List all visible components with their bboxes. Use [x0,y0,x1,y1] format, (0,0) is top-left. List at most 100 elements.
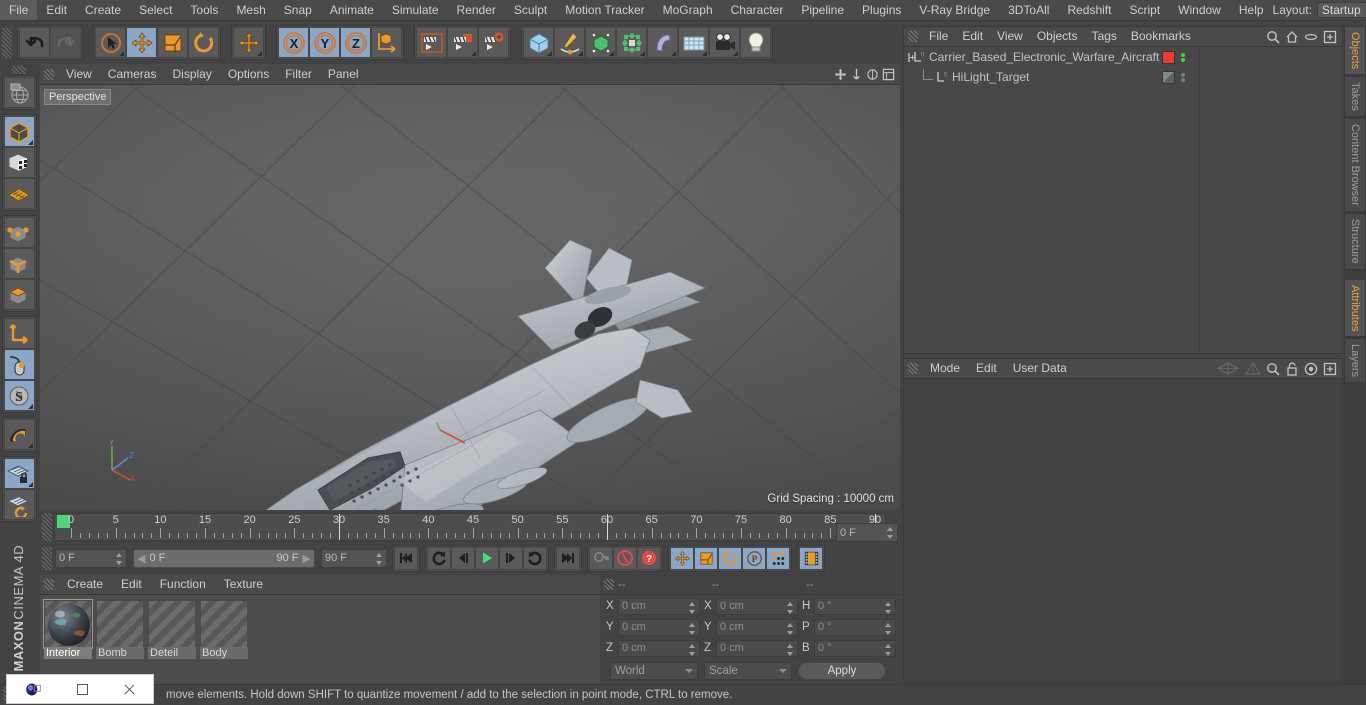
pan-icon[interactable] [834,68,847,81]
polygons-mode-button[interactable] [3,279,35,310]
menu-item-sculpt[interactable]: Sculpt [505,0,556,20]
edges-mode-button[interactable] [3,248,35,279]
menu-item-create[interactable]: Create [76,0,130,20]
model-mode-button[interactable] [3,116,35,147]
close-window-icon[interactable] [123,683,136,696]
ellipse-icon[interactable] [1304,30,1318,44]
add-environment-button[interactable] [678,27,709,58]
viewport-3d-canvas[interactable]: Perspective Grid Spacing : 10000 cm Y X … [40,85,900,510]
home-icon[interactable] [1285,30,1299,44]
spinner-icon[interactable] [787,622,794,635]
spinner-icon[interactable] [116,552,123,565]
play-button[interactable] [475,546,499,570]
menu-item-redshift[interactable]: Redshift [1058,0,1120,20]
material-item[interactable]: Body [200,600,248,659]
lock-y-axis-button[interactable]: Y [309,27,340,58]
rotate-icon[interactable] [866,68,879,81]
current-frame-field[interactable]: 0 F [55,548,127,568]
menu-item-window[interactable]: Window [1169,0,1230,20]
left-toolbar-grip[interactable] [12,66,26,74]
record-active-objects-button[interactable] [613,546,637,570]
lock-icon[interactable] [1285,361,1299,376]
back-nav-icon[interactable] [1216,362,1240,375]
uv-mode-button[interactable] [3,178,35,209]
move-tool[interactable] [126,27,157,58]
viewport-menu-filter[interactable]: Filter [277,64,320,84]
material-tag-swatch[interactable] [1162,50,1175,64]
coord-field-rotation[interactable]: 0 ° [814,618,896,636]
material-list[interactable]: Interior Bomb Deteil Body [40,595,600,685]
timeline-controls-grip[interactable] [42,546,52,570]
render-settings-button[interactable] [478,27,509,58]
expand-toggle-icon[interactable] [908,52,915,62]
key-point-level-button[interactable] [766,546,790,570]
spinner-icon[interactable] [885,643,892,656]
material-item[interactable]: Deteil [148,600,196,659]
apply-button[interactable]: Apply [798,662,886,680]
attribute-menu-user-data[interactable]: User Data [1005,359,1075,378]
go-to-end-button[interactable] [556,546,580,570]
add-deformer-button[interactable] [647,27,678,58]
viewport-menu-panel[interactable]: Panel [320,64,367,84]
material-menu-texture[interactable]: Texture [215,575,272,594]
null-object-icon[interactable]: 0 [935,71,948,84]
visibility-dots[interactable] [1181,52,1185,62]
add-cube-object-button[interactable] [523,27,554,58]
range-left-arrow-icon[interactable]: ◀ [137,552,145,565]
key-scale-button[interactable] [694,546,718,570]
viewport-menu-cameras[interactable]: Cameras [100,64,165,84]
material-menu-edit[interactable]: Edit [112,575,151,594]
object-menu-objects[interactable]: Objects [1030,27,1085,46]
spinner-icon[interactable] [376,552,383,565]
coord-field-rotation[interactable]: 0 ° [814,597,896,615]
plus-box-icon[interactable] [1323,362,1337,376]
spinner-icon[interactable] [885,601,892,614]
spinner-icon[interactable] [885,622,892,635]
rotate-tool[interactable] [188,27,219,58]
menu-item-character[interactable]: Character [722,0,793,20]
coord-field-size[interactable]: 0 cm [716,618,798,636]
coord-field-rotation[interactable]: 0 ° [814,639,896,657]
object-menu-file[interactable]: File [922,27,955,46]
menu-item-3dtoall[interactable]: 3DToAll [999,0,1058,20]
material-grip[interactable] [44,579,54,590]
target-icon[interactable] [1304,362,1318,376]
add-mograph-cloner-button[interactable] [616,27,647,58]
redo-button[interactable] [50,27,81,58]
menu-item-edit[interactable]: Edit [37,0,76,20]
timeline-grip[interactable] [42,513,52,541]
spinner-icon[interactable] [787,601,794,614]
scale-tool[interactable] [157,27,188,58]
layout-dropdown[interactable]: Startup [1316,2,1366,18]
maximize-icon[interactable] [882,68,895,81]
go-to-start-button[interactable] [394,546,418,570]
object-tree[interactable]: 0 Carrier_Based_Electronic_Warfare_Aircra… [904,47,1342,353]
attribute-menu-edit[interactable]: Edit [968,359,1005,378]
null-object-icon[interactable]: 0 [912,51,925,64]
object-menu-view[interactable]: View [990,27,1030,46]
attribute-grip[interactable] [908,363,918,374]
forward-nav-icon[interactable] [1245,362,1261,375]
menu-item-help[interactable]: Help [1230,0,1273,20]
workplane-mode-button[interactable]: S [3,380,35,411]
timeline-ruler[interactable]: 051015202530354045505560657075808590 [54,513,886,541]
object-row[interactable]: 0 HiLight_Target [904,67,1342,87]
coord-field-position[interactable]: 0 cm [618,618,700,636]
right-tab-layers[interactable]: Layers [1344,338,1366,384]
key-position-button[interactable] [670,546,694,570]
spinner-icon[interactable] [689,622,696,635]
menu-item-animate[interactable]: Animate [321,0,383,20]
menu-item-pipeline[interactable]: Pipeline [792,0,853,20]
cinema4d-app-icon[interactable] [25,681,42,698]
enable-snapping-button[interactable] [3,349,35,380]
right-tab-objects[interactable]: Objects [1344,26,1366,76]
viewport-menu-view[interactable]: View [58,64,100,84]
coord-field-position[interactable]: 0 cm [618,597,700,615]
add-camera-button[interactable] [709,27,740,58]
right-tab-takes[interactable]: Takes [1344,76,1366,118]
material-menu-create[interactable]: Create [58,575,112,594]
object-menu-tags[interactable]: Tags [1085,27,1124,46]
aircraft-3d-model[interactable] [200,190,820,510]
spinner-icon[interactable] [787,643,794,656]
spinner-icon[interactable] [689,601,696,614]
